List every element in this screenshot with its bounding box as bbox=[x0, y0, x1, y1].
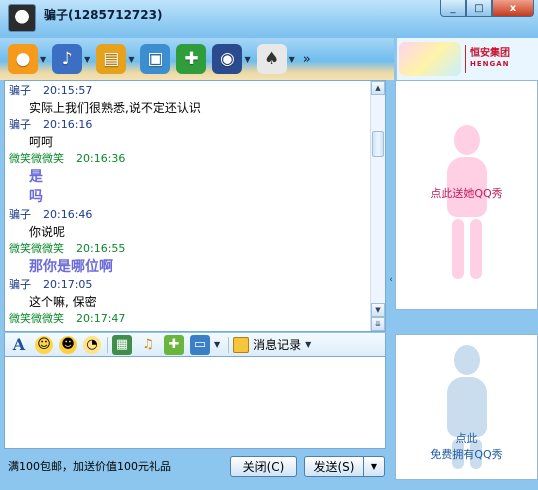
brand-logo bbox=[399, 42, 461, 76]
brand-name: 恒安集团 HENGAN bbox=[470, 48, 510, 70]
message-text: 实际上我们很熟悉,说不定还认识 bbox=[29, 101, 201, 115]
screenshot-icon: ▣ bbox=[140, 44, 171, 74]
message-history[interactable]: 骗子 20:15:57 实际上我们很熟悉,说不定还认识 骗子 20:16:16 呵呵 微笑微… bbox=[4, 80, 386, 332]
wink-icon[interactable]: ☻ bbox=[59, 335, 77, 354]
message-scrollbar[interactable]: ▲ ▼ ⇊ bbox=[370, 81, 385, 331]
folder-icon: ▤ bbox=[96, 44, 127, 74]
message-sender[interactable]: 微笑微微笑 bbox=[9, 312, 64, 325]
message-input[interactable] bbox=[4, 357, 386, 449]
chevron-down-icon[interactable]: ▼ bbox=[84, 55, 90, 64]
message-list: 骗子 20:15:57 实际上我们很熟悉,说不定还认识 骗子 20:16:16 呵呵 微笑微… bbox=[5, 83, 371, 327]
message-header: 微笑微微笑 20:17:47 bbox=[5, 311, 371, 327]
message-time: 20:16:55 bbox=[76, 242, 126, 255]
game-button[interactable]: ♠ ▼ bbox=[256, 44, 295, 74]
brand-divider bbox=[465, 45, 466, 73]
message-text: 这个嘛, 保密 bbox=[29, 295, 97, 309]
panel-collapse-toggle[interactable]: ‹ bbox=[387, 80, 395, 480]
contact-avatar[interactable] bbox=[8, 4, 36, 32]
close-button[interactable]: 关闭(C) bbox=[230, 455, 297, 477]
chevron-down-icon[interactable]: ▼ bbox=[289, 55, 295, 64]
screen-icon[interactable]: ▭ bbox=[190, 334, 210, 355]
message-header: 骗子 20:16:16 bbox=[5, 117, 371, 133]
brand-name-cn: 恒安集团 bbox=[470, 48, 510, 59]
voice-button[interactable]: ♪ ▼ bbox=[52, 44, 90, 74]
contact-qq-show[interactable]: 点此送她QQ秀 bbox=[395, 80, 538, 310]
police-button[interactable]: ◉ ▼ bbox=[212, 44, 251, 74]
font-icon[interactable]: A bbox=[9, 335, 29, 355]
message-header: 骗子 20:16:46 bbox=[5, 207, 371, 223]
message-time: 20:17:05 bbox=[43, 278, 93, 291]
message-sender[interactable]: 骗子 bbox=[9, 278, 31, 291]
message-text: 那你是哪位啊 bbox=[29, 259, 113, 275]
message-time: 20:16:46 bbox=[43, 208, 93, 221]
format-toolbar: A ☺ ☻ ◔ ▦ ♫ ✚ ▭ ▼ 消息记录 ▼ bbox=[4, 333, 386, 357]
message-time: 20:16:16 bbox=[43, 118, 93, 131]
message-time: 20:15:57 bbox=[43, 84, 93, 97]
add-app-button[interactable]: ✚ bbox=[176, 44, 207, 74]
chevron-down-icon[interactable]: ▼ bbox=[305, 340, 311, 349]
toolbar-more-button[interactable]: » bbox=[303, 52, 311, 67]
toolbar-divider bbox=[228, 336, 230, 353]
message-text: 你说呢 bbox=[29, 225, 66, 239]
get-qq-show-link[interactable]: 点此 免费拥有QQ秀 bbox=[396, 431, 537, 463]
send-qq-show-link[interactable]: 点此送她QQ秀 bbox=[396, 185, 537, 201]
gift-icon[interactable]: ✚ bbox=[164, 334, 184, 355]
chat-toolbar: ● ▼ ♪ ▼ ▤ ▼ ▣ ✚ ◉ ▼ ♠ ▼ » bbox=[0, 38, 394, 80]
message-sender[interactable]: 骗子 bbox=[9, 118, 31, 131]
scroll-thumb[interactable] bbox=[372, 131, 384, 157]
message-header: 骗子 20:15:57 bbox=[5, 83, 371, 99]
get-qq-show-line1: 点此 bbox=[455, 432, 478, 445]
screenshot-button[interactable]: ▣ bbox=[140, 44, 171, 74]
video-button[interactable]: ● ▼ bbox=[8, 44, 46, 74]
message-text: 是 bbox=[29, 169, 43, 185]
close-window-button[interactable]: x bbox=[492, 0, 534, 17]
window-title: 骗子(1285712723) bbox=[44, 8, 163, 22]
message-header: 骗子 20:17:05 bbox=[5, 277, 371, 293]
message-sender[interactable]: 微笑微微笑 bbox=[9, 152, 64, 165]
send-options-button[interactable]: ▼ bbox=[363, 455, 385, 477]
brand-name-en: HENGAN bbox=[470, 60, 510, 68]
self-qq-show[interactable]: 点此 免费拥有QQ秀 bbox=[395, 334, 538, 480]
minimize-button[interactable]: _ bbox=[440, 0, 466, 17]
image-icon[interactable]: ▦ bbox=[112, 334, 132, 355]
get-qq-show-line2: 免费拥有QQ秀 bbox=[430, 448, 503, 461]
message-text: 呵呵 bbox=[29, 135, 54, 149]
emoji-icon[interactable]: ☺ bbox=[35, 335, 53, 354]
chevron-down-icon[interactable]: ▼ bbox=[128, 55, 134, 64]
video-icon: ● bbox=[8, 44, 38, 74]
add-app-icon: ✚ bbox=[176, 44, 207, 74]
bottom-bar: 满100包邮，加送价值100元礼品 关闭(C) 发送(S) ▼ bbox=[4, 452, 386, 480]
police-icon: ◉ bbox=[212, 44, 243, 74]
chevron-down-icon[interactable]: ▼ bbox=[40, 55, 46, 64]
message-header: 微笑微微笑 20:16:36 bbox=[5, 151, 371, 167]
window-controls: _ □ x bbox=[440, 0, 534, 17]
message-time: 20:16:36 bbox=[76, 152, 126, 165]
message-text: 吗 bbox=[29, 189, 43, 205]
message-history-label: 消息记录 bbox=[253, 338, 302, 352]
message-sender[interactable]: 骗子 bbox=[9, 84, 31, 97]
scroll-bottom-button[interactable]: ⇊ bbox=[371, 317, 385, 331]
microphone-icon: ♪ bbox=[52, 44, 83, 74]
music-icon[interactable]: ♫ bbox=[138, 335, 158, 355]
clock-icon[interactable]: ◔ bbox=[83, 335, 101, 354]
history-icon bbox=[233, 336, 250, 353]
brand-banner[interactable]: 恒安集团 HENGAN bbox=[396, 38, 538, 80]
send-button[interactable]: 发送(S) bbox=[304, 455, 364, 477]
promo-link[interactable]: 满100包邮，加送价值100元礼品 bbox=[8, 458, 171, 474]
send-file-button[interactable]: ▤ ▼ bbox=[96, 44, 134, 74]
message-history-button[interactable]: 消息记录 ▼ bbox=[233, 336, 311, 353]
chevron-down-icon[interactable]: ▼ bbox=[214, 340, 220, 349]
chevron-down-icon[interactable]: ▼ bbox=[244, 55, 250, 64]
message-sender[interactable]: 骗子 bbox=[9, 208, 31, 221]
game-icon: ♠ bbox=[256, 44, 287, 74]
scroll-up-button[interactable]: ▲ bbox=[371, 81, 385, 95]
message-time: 20:17:47 bbox=[76, 312, 126, 325]
title-bar: 骗子(1285712723) _ □ x bbox=[0, 0, 538, 38]
avatar-figure-female bbox=[446, 125, 487, 279]
message-sender[interactable]: 微笑微微笑 bbox=[9, 242, 64, 255]
toolbar-divider bbox=[107, 336, 108, 353]
message-header: 微笑微微笑 20:16:55 bbox=[5, 241, 371, 257]
maximize-button[interactable]: □ bbox=[466, 0, 492, 17]
scroll-down-button[interactable]: ▼ bbox=[371, 303, 385, 317]
